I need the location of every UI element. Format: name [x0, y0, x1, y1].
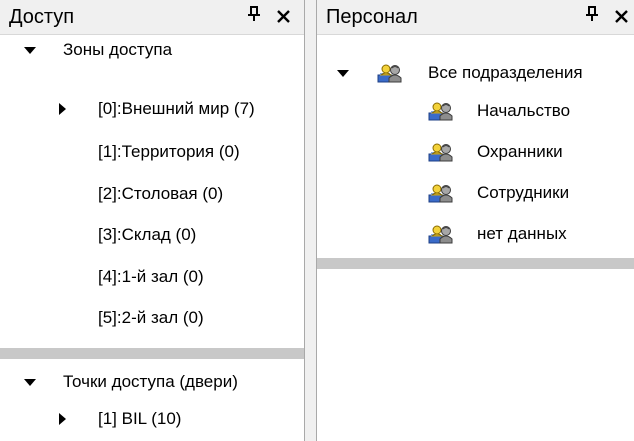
panel-splitter[interactable]	[0, 348, 304, 359]
tree-node-label: Сотрудники	[477, 183, 570, 202]
tree-node-zone[interactable]: [2]:Столовая (0)	[0, 182, 300, 206]
tree-node-zones[interactable]: Зоны доступа	[0, 38, 300, 62]
tree-node-zone[interactable]: [3]:Склад (0)	[0, 223, 300, 247]
tree-node-label: [1]:Территория (0)	[98, 142, 240, 161]
collapse-arrow-icon[interactable]	[24, 379, 36, 386]
tree-node-zone[interactable]: [1]:Территория (0)	[0, 140, 300, 164]
tree-node-department[interactable]: Сотрудники	[317, 181, 634, 205]
tree-node-department[interactable]: Охранники	[317, 140, 634, 164]
access-panel-title: Доступ	[9, 6, 75, 28]
collapse-arrow-icon[interactable]	[24, 47, 36, 54]
tree-node-label: нет данных	[477, 224, 567, 243]
people-group-icon	[377, 62, 403, 84]
tree-node-label: [2]:Столовая (0)	[98, 184, 224, 203]
people-group-icon	[428, 223, 454, 245]
close-icon[interactable]	[276, 3, 292, 29]
tree-node-department[interactable]: Начальство	[317, 99, 634, 123]
tree-node-zone[interactable]: [0]:Внешний мир (7)	[0, 97, 300, 121]
tree-node-label: Точки доступа (двери)	[63, 372, 238, 391]
people-group-icon	[428, 141, 454, 163]
tree-node-zone[interactable]: [4]:1-й зал (0)	[0, 265, 300, 289]
tree-node-point[interactable]: [1] BIL (10)	[0, 407, 300, 431]
tree-node-label: [3]:Склад (0)	[98, 225, 197, 244]
panel-gap	[305, 0, 315, 441]
people-group-icon	[428, 100, 454, 122]
tree-node-label: [1] BIL (10)	[98, 409, 182, 428]
panel-splitter[interactable]	[317, 258, 634, 269]
staff-tree: Все подразделения Начальство Охранники С…	[317, 0, 634, 258]
access-panel: Доступ Зоны доступа [0]:Внешний мир (7) …	[0, 0, 305, 441]
tree-node-all-departments[interactable]: Все подразделения	[317, 61, 634, 85]
pin-icon[interactable]	[248, 6, 260, 27]
tree-node-zone[interactable]: [5]:2-й зал (0)	[0, 306, 300, 330]
tree-node-label: Охранники	[477, 142, 563, 161]
tree-node-department[interactable]: нет данных	[317, 222, 634, 246]
tree-node-label: Зоны доступа	[63, 40, 173, 59]
tree-node-label: [4]:1-й зал (0)	[98, 267, 204, 286]
people-group-icon	[428, 182, 454, 204]
tree-node-label: Все подразделения	[428, 63, 583, 82]
tree-node-label: [5]:2-й зал (0)	[98, 308, 204, 327]
expand-arrow-icon[interactable]	[59, 413, 66, 425]
tree-node-label: [0]:Внешний мир (7)	[98, 99, 255, 118]
tree-node-label: Начальство	[477, 101, 571, 120]
tree-node-points[interactable]: Точки доступа (двери)	[0, 370, 300, 394]
expand-arrow-icon[interactable]	[59, 103, 66, 115]
staff-panel: Персонал Все подразделения Начальство Ох…	[316, 0, 634, 441]
collapse-arrow-icon[interactable]	[337, 70, 349, 77]
access-panel-titlebar: Доступ	[0, 0, 304, 35]
